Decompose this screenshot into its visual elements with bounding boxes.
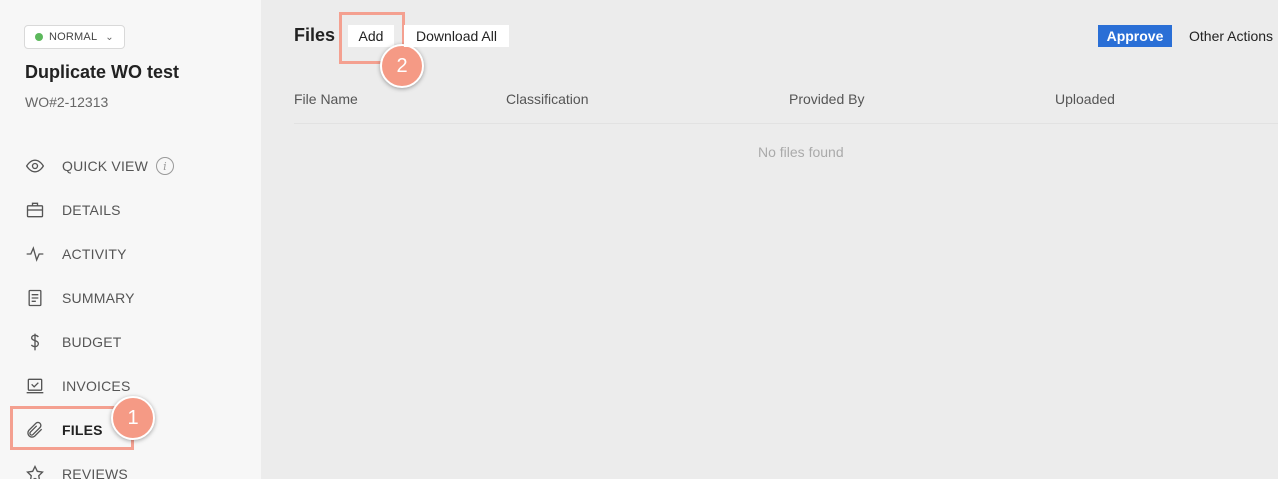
sidebar-item-budget[interactable]: BUDGET xyxy=(0,320,261,364)
sidebar-item-label: QUICK VIEW xyxy=(62,158,149,174)
sidebar-item-quick-view[interactable]: QUICK VIEW i xyxy=(0,144,261,188)
status-label: NORMAL xyxy=(49,31,98,43)
status-dropdown[interactable]: NORMAL ⌄ xyxy=(24,25,125,49)
sidebar: NORMAL ⌄ Duplicate WO test WO#2-12313 QU… xyxy=(0,0,261,479)
sidebar-item-label: REVIEWS xyxy=(62,466,128,479)
approve-button[interactable]: Approve xyxy=(1098,25,1172,47)
document-icon xyxy=(24,287,46,309)
star-icon xyxy=(24,463,46,479)
sidebar-item-label: ACTIVITY xyxy=(62,246,127,262)
dollar-icon xyxy=(24,331,46,353)
info-icon[interactable]: i xyxy=(156,157,175,175)
sidebar-item-details[interactable]: DETAILS xyxy=(0,188,261,232)
sidebar-item-reviews[interactable]: REVIEWS xyxy=(0,452,261,479)
column-header-uploaded[interactable]: Uploaded xyxy=(1055,91,1115,107)
download-all-button[interactable]: Download All xyxy=(404,25,509,47)
add-button[interactable]: Add xyxy=(348,25,394,47)
page-title: Files xyxy=(294,25,336,45)
work-order-title: Duplicate WO test xyxy=(25,62,180,82)
work-order-number: WO#2-12313 xyxy=(25,94,109,110)
column-header-provided-by[interactable]: Provided By xyxy=(789,91,864,107)
eye-icon xyxy=(24,155,46,177)
step-badge-2: 2 xyxy=(380,44,424,88)
briefcase-icon xyxy=(24,199,46,221)
chevron-down-icon: ⌄ xyxy=(105,31,114,43)
sidebar-item-label: SUMMARY xyxy=(62,290,135,306)
step-badge-1: 1 xyxy=(111,396,155,440)
table-divider xyxy=(294,123,1278,124)
sidebar-item-label: FILES xyxy=(62,422,103,438)
sidebar-item-label: INVOICES xyxy=(62,378,131,394)
sidebar-item-summary[interactable]: SUMMARY xyxy=(0,276,261,320)
sidebar-item-label: DETAILS xyxy=(62,202,121,218)
column-header-classification[interactable]: Classification xyxy=(506,91,588,107)
paperclip-icon xyxy=(24,419,46,441)
invoice-check-icon xyxy=(24,375,46,397)
sidebar-item-activity[interactable]: ACTIVITY xyxy=(0,232,261,276)
column-header-file-name[interactable]: File Name xyxy=(294,91,358,107)
sidebar-item-label: BUDGET xyxy=(62,334,122,350)
main-panel: Files Add 2 Download All Approve Other A… xyxy=(261,0,1278,479)
other-actions-menu[interactable]: Other Actions xyxy=(1189,28,1273,44)
status-dot xyxy=(35,33,43,41)
empty-state-message: No files found xyxy=(758,144,844,160)
pulse-icon xyxy=(24,243,46,265)
